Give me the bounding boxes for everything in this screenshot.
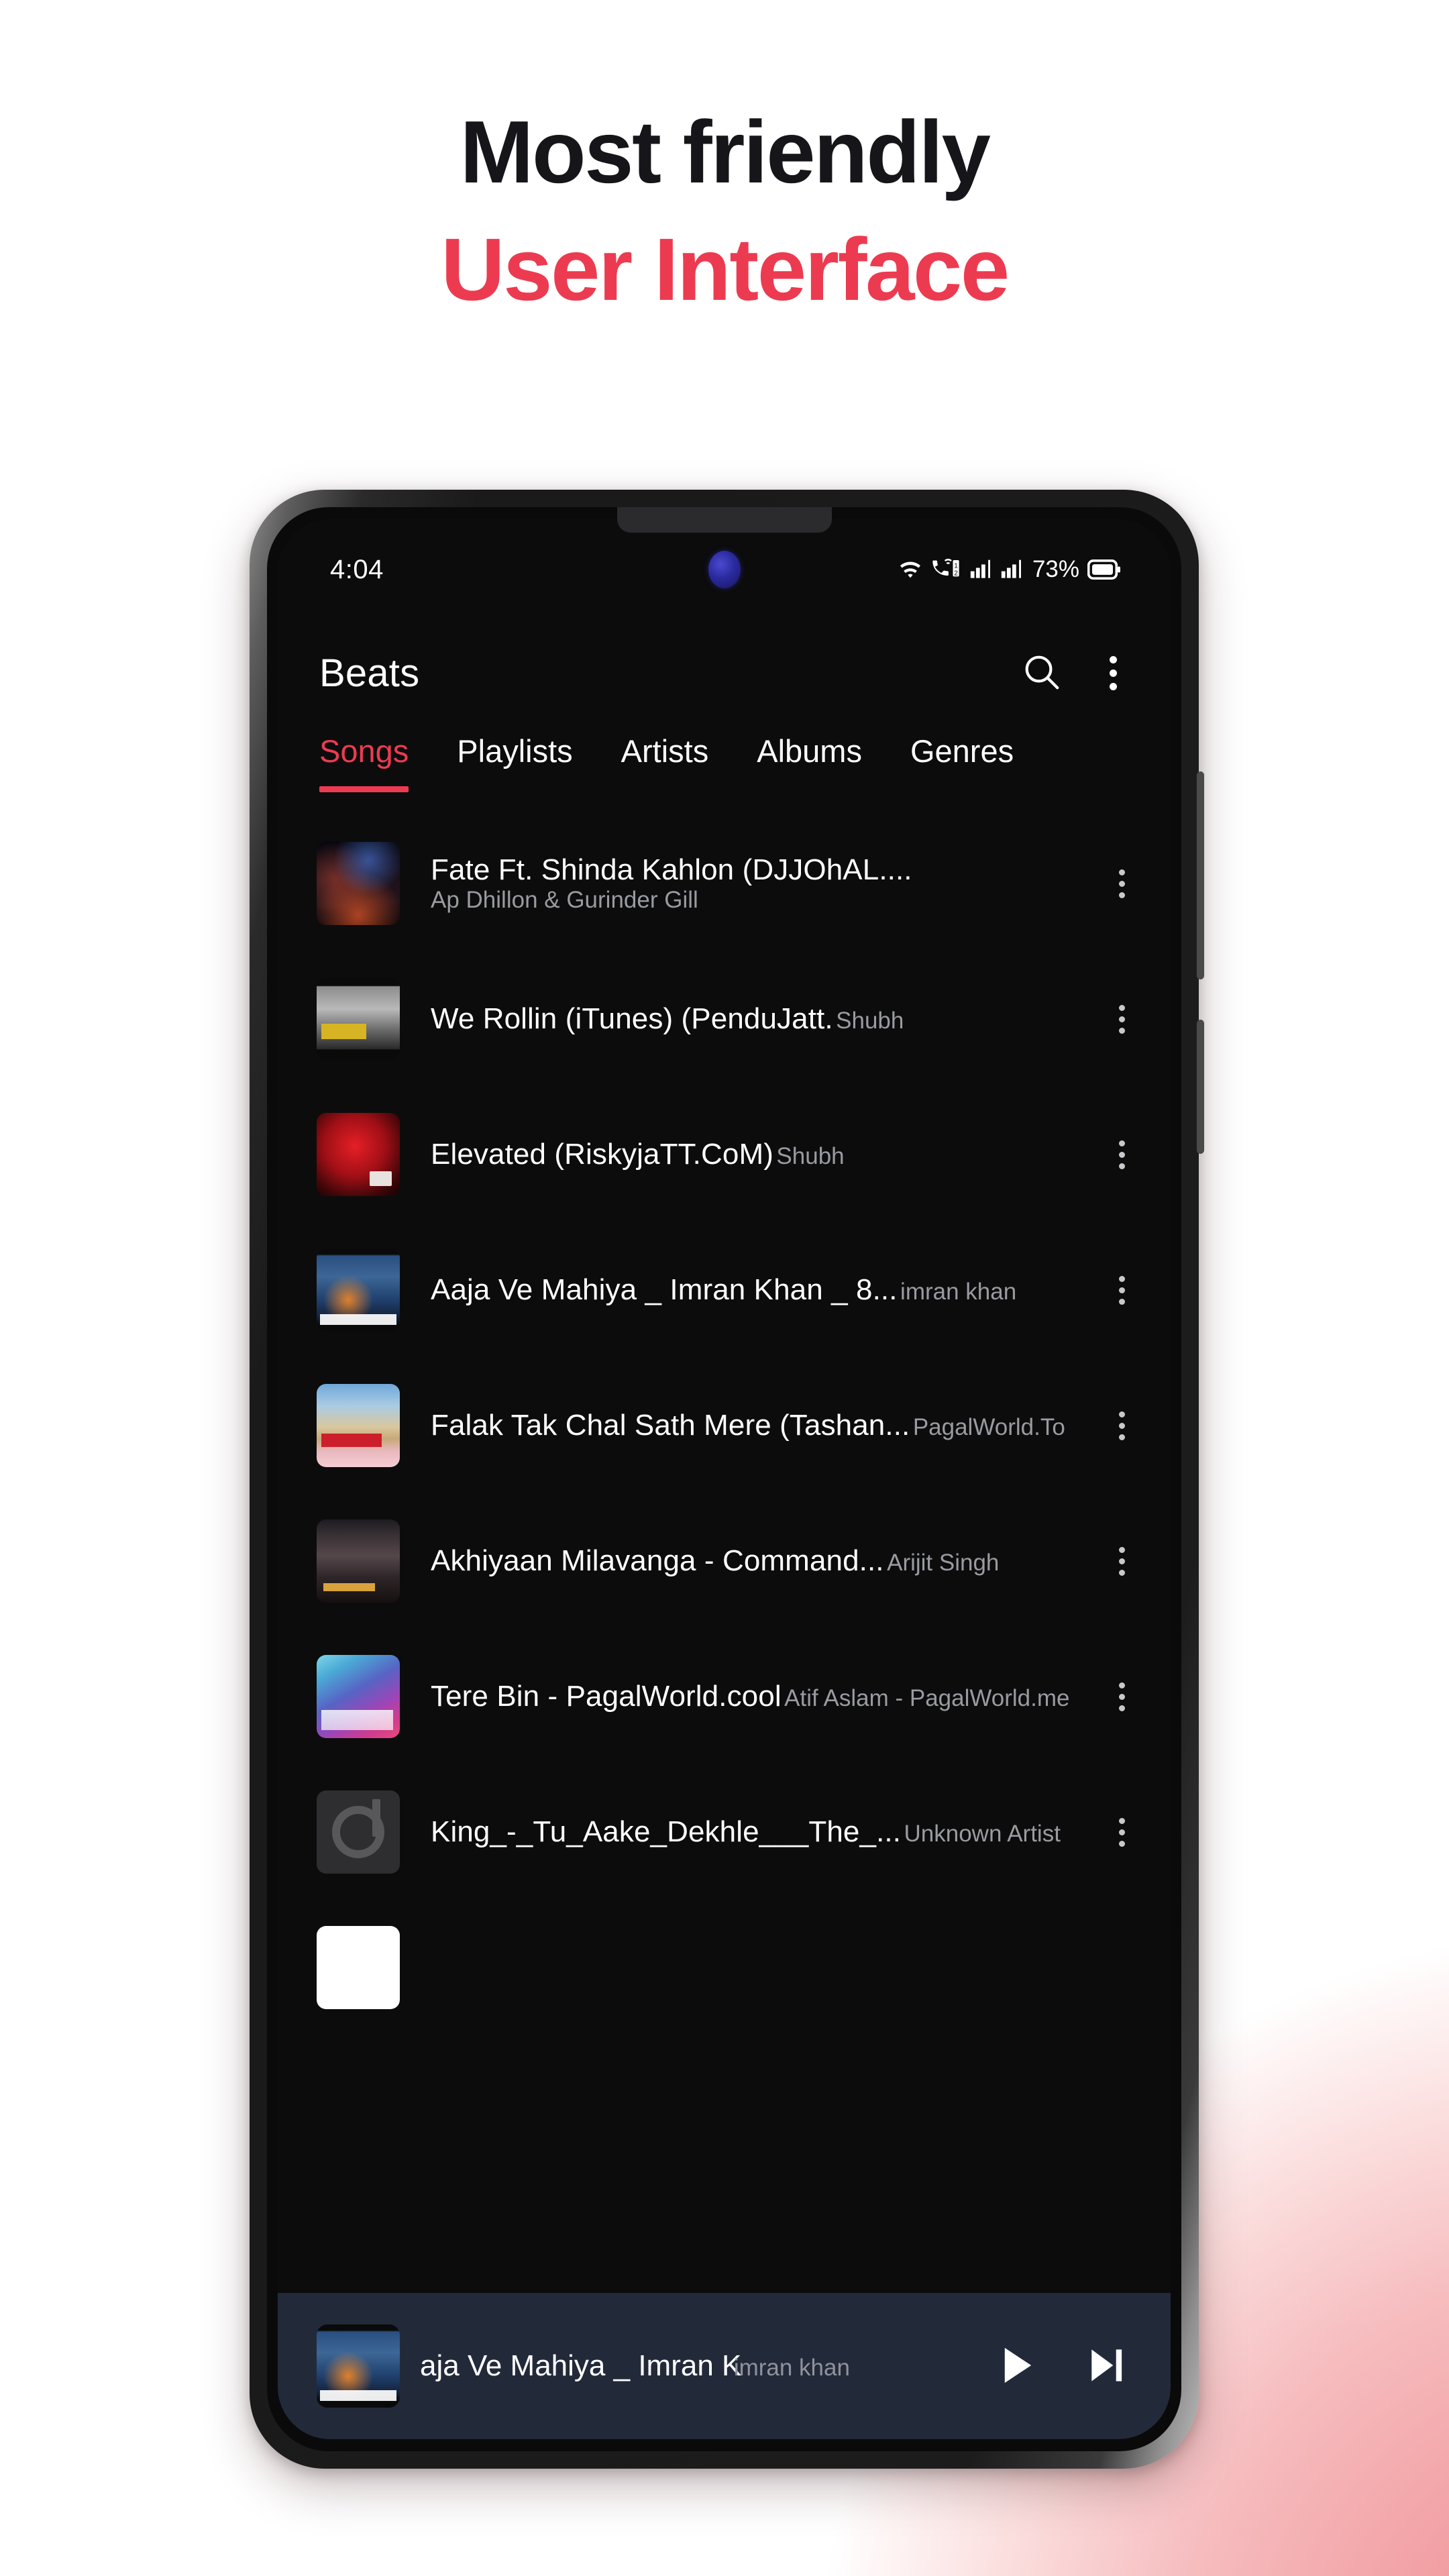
album-art-thumbnail bbox=[317, 1790, 400, 1874]
more-vertical-icon bbox=[1110, 655, 1117, 690]
song-title: We Rollin (iTunes) (PenduJatt. bbox=[431, 1002, 833, 1035]
app-bar: Beats bbox=[278, 620, 1171, 726]
song-title: Fate Ft. Shinda Kahlon (DJJOhAL.... bbox=[431, 853, 912, 886]
now-playing-title: aja Ve Mahiya _ Imran K bbox=[420, 2349, 742, 2382]
promo-headline: Most friendly User Interface bbox=[0, 101, 1449, 321]
song-artist: PagalWorld.To bbox=[912, 1414, 1065, 1440]
tab-artists[interactable]: Artists bbox=[621, 726, 709, 769]
song-info: Aaja Ve Mahiya _ Imran Khan _ 8... imran… bbox=[400, 1273, 1108, 1307]
tab-playlists[interactable]: Playlists bbox=[457, 726, 572, 769]
song-artist: Shubh bbox=[776, 1143, 845, 1169]
app-title: Beats bbox=[319, 651, 420, 695]
album-art-thumbnail bbox=[317, 1519, 400, 1603]
headline-line-2: User Interface bbox=[441, 220, 1010, 319]
album-art-thumbnail bbox=[317, 1655, 400, 1738]
tab-genres[interactable]: Genres bbox=[910, 726, 1014, 769]
song-artist: Atif Aslam - PagalWorld.me bbox=[784, 1685, 1070, 1711]
song-overflow-menu-icon[interactable] bbox=[1108, 1135, 1136, 1175]
power-button[interactable] bbox=[1197, 1020, 1204, 1154]
song-list[interactable]: Fate Ft. Shinda Kahlon (DJJOhAL.... Ap D… bbox=[278, 805, 1171, 2439]
song-overflow-menu-icon[interactable] bbox=[1108, 1542, 1136, 1581]
song-title: King_-_Tu_Aake_Dekhle___The_... bbox=[431, 1815, 902, 1848]
phone-device-mockup: 4:04 1 2 73% Beats Songs Playlists Artis… bbox=[250, 490, 1204, 2469]
phone-bezel: 4:04 1 2 73% Beats Songs Playlists Artis… bbox=[267, 507, 1181, 2451]
status-bar: 4:04 1 2 73% bbox=[278, 519, 1171, 620]
play-icon bbox=[995, 2344, 1038, 2389]
song-overflow-menu-icon[interactable] bbox=[1108, 1271, 1136, 1310]
category-tab-bar[interactable]: Songs Playlists Artists Albums Genres bbox=[278, 726, 1171, 805]
album-art-thumbnail bbox=[317, 1384, 400, 1467]
tab-songs[interactable]: Songs bbox=[319, 726, 409, 792]
song-artist: Ap Dhillon & Gurinder Gill bbox=[431, 887, 698, 913]
song-info: Tere Bin - PagalWorld.cool Atif Aslam - … bbox=[400, 1680, 1108, 1713]
song-title: Tere Bin - PagalWorld.cool bbox=[431, 1680, 782, 1713]
song-list-item[interactable]: We Rollin (iTunes) (PenduJatt. Shubh bbox=[278, 951, 1171, 1087]
song-artist: Shubh bbox=[836, 1008, 904, 1034]
now-playing-artist: imran khan bbox=[733, 2355, 850, 2381]
battery-percentage-label: 73% bbox=[1032, 556, 1079, 582]
headline-line-1: Most friendly bbox=[460, 103, 991, 201]
song-artist: Unknown Artist bbox=[904, 1821, 1061, 1847]
song-list-item[interactable]: Akhiyaan Milavanga - Command... Arijit S… bbox=[278, 1493, 1171, 1629]
now-playing-info: aja Ve Mahiya _ Imran K imran khan bbox=[400, 2349, 991, 2383]
song-artist: Arijit Singh bbox=[887, 1550, 1000, 1576]
search-button[interactable] bbox=[1022, 653, 1061, 694]
song-list-item[interactable]: Fate Ft. Shinda Kahlon (DJJOhAL.... Ap D… bbox=[278, 816, 1171, 951]
song-artist: imran khan bbox=[900, 1279, 1017, 1305]
tab-albums[interactable]: Albums bbox=[757, 726, 862, 769]
svg-text:1: 1 bbox=[954, 562, 958, 570]
now-playing-album-art bbox=[317, 2324, 400, 2408]
song-list-item[interactable]: Tere Bin - PagalWorld.cool Atif Aslam - … bbox=[278, 1629, 1171, 1764]
song-info: King_-_Tu_Aake_Dekhle___The_... Unknown … bbox=[400, 1815, 1108, 1849]
skip-next-icon bbox=[1083, 2344, 1126, 2389]
song-list-item[interactable]: King_-_Tu_Aake_Dekhle___The_... Unknown … bbox=[278, 1764, 1171, 1900]
song-info: Akhiyaan Milavanga - Command... Arijit S… bbox=[400, 1544, 1108, 1578]
battery-icon bbox=[1087, 559, 1121, 580]
player-controls bbox=[991, 2340, 1136, 2393]
call-signal-icon: 1 2 bbox=[932, 557, 961, 582]
volume-button[interactable] bbox=[1197, 771, 1204, 979]
play-button[interactable] bbox=[991, 2340, 1042, 2393]
phone-notch bbox=[616, 507, 832, 533]
song-list-item-partial[interactable] bbox=[278, 1900, 1171, 2035]
song-info: Fate Ft. Shinda Kahlon (DJJOhAL.... Ap D… bbox=[400, 853, 1108, 914]
song-list-item[interactable]: Elevated (RiskyjaTT.CoM) Shubh bbox=[278, 1087, 1171, 1222]
song-overflow-menu-icon[interactable] bbox=[1108, 864, 1136, 904]
wifi-icon bbox=[897, 558, 924, 581]
next-track-button[interactable] bbox=[1079, 2340, 1130, 2393]
app-bar-actions bbox=[1022, 652, 1129, 694]
song-info: We Rollin (iTunes) (PenduJatt. Shubh bbox=[400, 1002, 1108, 1036]
mini-player-bar[interactable]: aja Ve Mahiya _ Imran K imran khan bbox=[278, 2293, 1171, 2439]
song-overflow-menu-icon[interactable] bbox=[1108, 1406, 1136, 1446]
song-list-item[interactable]: Aaja Ve Mahiya _ Imran Khan _ 8... imran… bbox=[278, 1222, 1171, 1358]
song-overflow-menu-icon[interactable] bbox=[1108, 1813, 1136, 1852]
svg-text:2: 2 bbox=[954, 570, 958, 578]
album-art-thumbnail bbox=[317, 1113, 400, 1196]
status-icons-group: 1 2 73% bbox=[897, 556, 1121, 583]
song-title: Aaja Ve Mahiya _ Imran Khan _ 8... bbox=[431, 1273, 898, 1306]
sim1-signal-icon bbox=[969, 559, 992, 580]
song-title: Elevated (RiskyjaTT.CoM) bbox=[431, 1138, 773, 1171]
album-art-thumbnail bbox=[317, 1248, 400, 1332]
album-art-thumbnail bbox=[317, 977, 400, 1061]
front-camera-punch-hole bbox=[708, 551, 741, 588]
album-art-thumbnail bbox=[317, 1926, 400, 2009]
search-icon bbox=[1022, 653, 1061, 694]
status-clock: 4:04 bbox=[330, 554, 384, 584]
default-music-note-icon bbox=[332, 1799, 384, 1858]
sim2-signal-icon bbox=[1000, 559, 1023, 580]
song-title: Akhiyaan Milavanga - Command... bbox=[431, 1544, 884, 1577]
song-list-item[interactable]: Falak Tak Chal Sath Mere (Tashan... Paga… bbox=[278, 1358, 1171, 1493]
song-overflow-menu-icon[interactable] bbox=[1108, 1677, 1136, 1717]
phone-screen: 4:04 1 2 73% Beats Songs Playlists Artis… bbox=[278, 519, 1171, 2439]
song-title: Falak Tak Chal Sath Mere (Tashan... bbox=[431, 1409, 910, 1442]
song-info: Falak Tak Chal Sath Mere (Tashan... Paga… bbox=[400, 1409, 1108, 1442]
overflow-menu-button[interactable] bbox=[1097, 652, 1129, 694]
song-overflow-menu-icon[interactable] bbox=[1108, 1000, 1136, 1039]
song-info: Elevated (RiskyjaTT.CoM) Shubh bbox=[400, 1138, 1108, 1171]
album-art-thumbnail bbox=[317, 842, 400, 925]
